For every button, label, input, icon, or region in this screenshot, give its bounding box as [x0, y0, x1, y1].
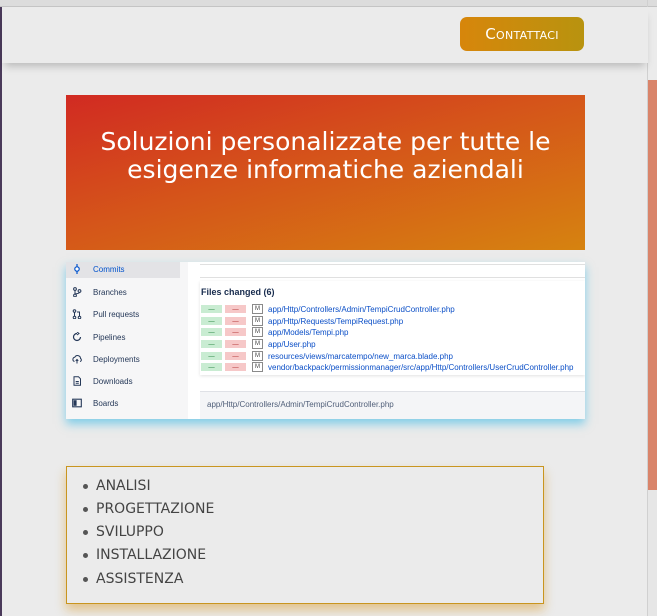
- hero-banner: Soluzioni personalizzate per tutte le es…: [66, 95, 585, 250]
- service-item-assistenza: ASSISTENZA: [83, 569, 183, 589]
- sidebar-item-label: Branches: [93, 287, 127, 297]
- file-link[interactable]: resources/views/marcatempo/new_marca.bla…: [268, 352, 453, 361]
- sidebar-item-label: Commits: [93, 264, 125, 274]
- file-row: — — M resources/views/marcatempo/new_mar…: [201, 351, 453, 361]
- sidebar-item-boards[interactable]: Boards: [66, 394, 180, 412]
- removed-lines-badge: —: [225, 305, 246, 313]
- commit-icon: [72, 264, 82, 274]
- sidebar-item-label: Boards: [93, 398, 119, 408]
- sidebar-item-pipelines[interactable]: Pipelines: [66, 328, 180, 346]
- divider: [200, 277, 585, 278]
- files-changed-panel: Files changed (6) — — M app/Http/Control…: [200, 281, 585, 375]
- repo-sidebar: Commits Branches Pull requests Pipelines…: [66, 262, 188, 419]
- removed-lines-badge: —: [225, 352, 246, 360]
- file-link[interactable]: app/Http/Controllers/Admin/TempiCrudCont…: [268, 305, 455, 314]
- scrollbar-thumb[interactable]: [648, 80, 657, 490]
- files-changed-title: Files changed (6): [201, 287, 275, 297]
- sidebar-item-downloads[interactable]: Downloads: [66, 372, 180, 390]
- repository-screenshot: Commits Branches Pull requests Pipelines…: [66, 262, 585, 419]
- file-row: — — M app/Models/Tempi.php: [201, 327, 349, 337]
- sidebar-item-label: Deployments: [93, 354, 140, 364]
- sidebar-item-pull-requests[interactable]: Pull requests: [66, 305, 180, 323]
- board-icon: [72, 398, 82, 408]
- file-link[interactable]: vendor/backpack/permissionmanager/src/ap…: [268, 363, 573, 372]
- modified-badge: M: [252, 316, 263, 326]
- file-row: — — M app/User.php: [201, 339, 316, 349]
- sidebar-item-deployments[interactable]: Deployments: [66, 350, 180, 368]
- file-link[interactable]: app/Models/Tempi.php: [268, 328, 349, 337]
- file-row: — — M app/Http/Requests/TempiRequest.php: [201, 316, 403, 326]
- file-path-label: app/Http/Controllers/Admin/TempiCrudCont…: [207, 400, 394, 409]
- added-lines-badge: —: [201, 305, 222, 313]
- download-icon: [72, 376, 82, 386]
- file-link[interactable]: app/Http/Requests/TempiRequest.php: [268, 317, 403, 326]
- sidebar-item-label: Pipelines: [93, 332, 126, 342]
- sidebar-item-commits[interactable]: Commits: [66, 262, 180, 278]
- sidebar-item-label: Pull requests: [93, 309, 140, 319]
- file-row: — — M vendor/backpack/permissionmanager/…: [201, 362, 573, 372]
- deployment-icon: [72, 354, 82, 364]
- divider: [200, 264, 585, 265]
- file-path-bar: app/Http/Controllers/Admin/TempiCrudCont…: [200, 391, 585, 419]
- added-lines-badge: —: [201, 363, 222, 371]
- pipeline-icon: [72, 332, 82, 342]
- removed-lines-badge: —: [225, 328, 246, 336]
- service-item-progettazione: PROGETTAZIONE: [83, 499, 214, 519]
- branch-icon: [72, 287, 82, 297]
- sidebar-item-branches[interactable]: Branches: [66, 283, 180, 301]
- modified-badge: M: [252, 362, 263, 372]
- site-header: Contattaci: [2, 7, 648, 63]
- removed-lines-badge: —: [225, 317, 246, 325]
- added-lines-badge: —: [201, 352, 222, 360]
- file-link[interactable]: app/User.php: [268, 340, 316, 349]
- service-item-sviluppo: SVILUPPO: [83, 522, 164, 542]
- page-top-line: [0, 0, 657, 7]
- pull-request-icon: [72, 309, 82, 319]
- modified-badge: M: [252, 339, 263, 349]
- added-lines-badge: —: [201, 328, 222, 336]
- contact-button[interactable]: Contattaci: [460, 17, 584, 51]
- scrollbar-track[interactable]: [648, 490, 657, 616]
- removed-lines-badge: —: [225, 363, 246, 371]
- added-lines-badge: —: [201, 340, 222, 348]
- sidebar-item-label: Downloads: [93, 376, 133, 386]
- removed-lines-badge: —: [225, 340, 246, 348]
- service-item-analisi: ANALISI: [83, 476, 151, 496]
- services-list-box: ANALISI PROGETTAZIONE SVILUPPO INSTALLAZ…: [66, 466, 544, 604]
- service-item-installazione: INSTALLAZIONE: [83, 545, 206, 565]
- added-lines-badge: —: [201, 317, 222, 325]
- modified-badge: M: [252, 327, 263, 337]
- modified-badge: M: [252, 351, 263, 361]
- file-row: — — M app/Http/Controllers/Admin/TempiCr…: [201, 304, 455, 314]
- hero-title: Soluzioni personalizzate per tutte le es…: [100, 127, 551, 184]
- modified-badge: M: [252, 304, 263, 314]
- repo-main: Files changed (6) — — M app/Http/Control…: [191, 262, 585, 419]
- page-left-edge: [0, 0, 2, 616]
